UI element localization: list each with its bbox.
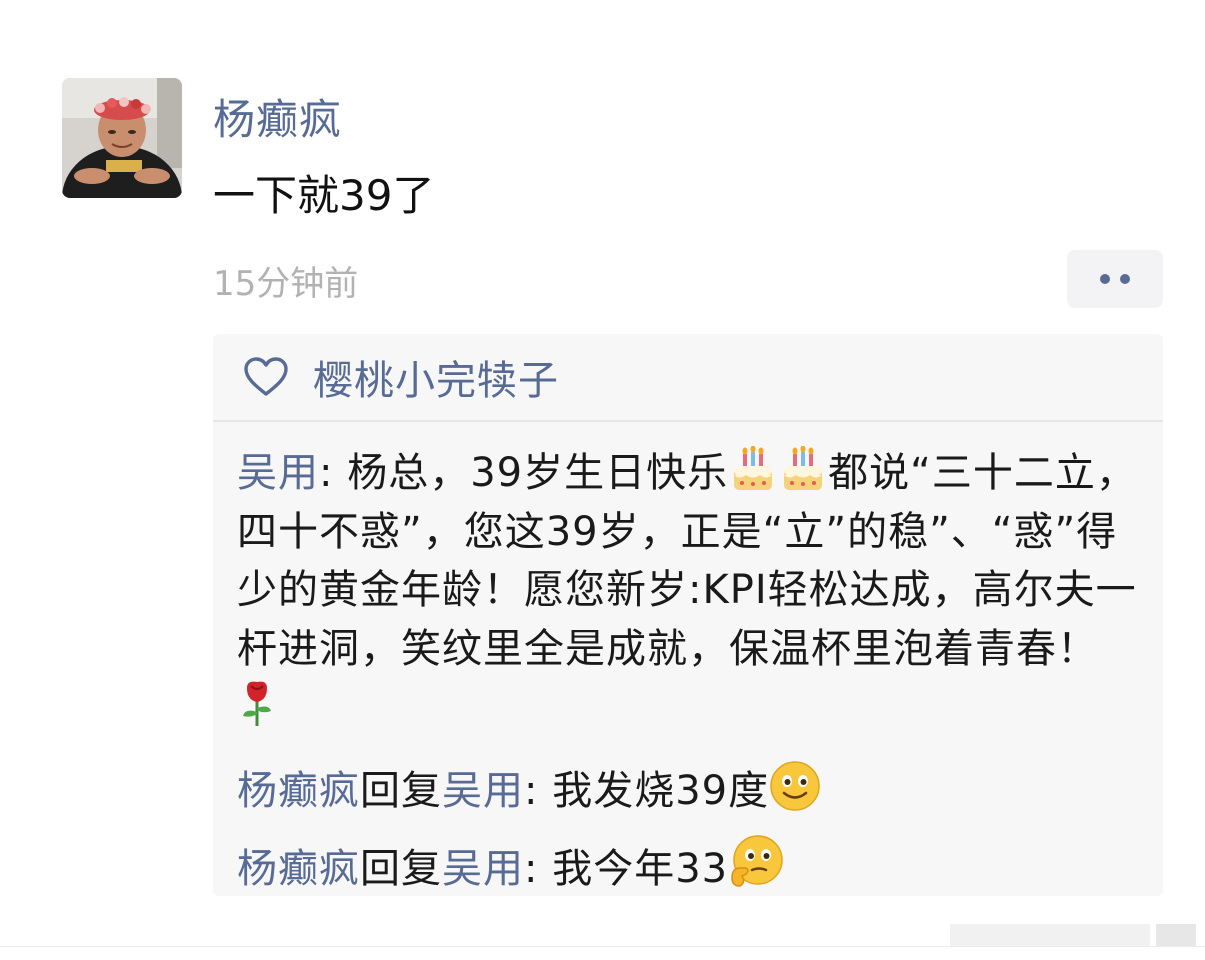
comment-separator: : — [319, 450, 348, 496]
liker-name[interactable]: 樱桃小完犊子 — [313, 348, 559, 406]
birthday-cake-emoji — [734, 446, 773, 490]
more-actions-button[interactable] — [1067, 250, 1163, 308]
post-timestamp: 15分钟前 — [213, 264, 359, 304]
reply-word: 回复 — [360, 846, 442, 892]
reply-item[interactable]: 杨癫疯回复吴用: 我今年33 — [237, 834, 786, 894]
post-text: 一下就39了 — [213, 171, 435, 220]
reply-author[interactable]: 杨癫疯 — [237, 846, 360, 892]
reply-separator: : — [524, 846, 553, 892]
reply-target[interactable]: 吴用 — [442, 768, 524, 814]
rose-emoji — [243, 681, 271, 726]
likes-comments-panel: 樱桃小完犊子 吴用: 杨总，39岁生日快乐 都说“三十二立，四十不惑”，您这39… — [213, 334, 1163, 896]
user-avatar[interactable] — [62, 78, 182, 198]
more-dot-icon — [1100, 274, 1110, 284]
birthday-cake-emoji — [784, 446, 823, 490]
reply-text: 我今年33 — [552, 846, 729, 892]
comment-item[interactable]: 吴用: 杨总，39岁生日快乐 都说“三十二立，四十不惑”，您这39岁，正是“立”… — [237, 444, 1137, 737]
more-dot-icon — [1120, 274, 1130, 284]
reply-target[interactable]: 吴用 — [442, 846, 524, 892]
reply-word: 回复 — [360, 768, 442, 814]
thinking-emoji — [731, 835, 783, 887]
reply-text: 我发烧39度 — [552, 768, 770, 814]
reply-separator: : — [524, 768, 553, 814]
avatar-image — [62, 78, 182, 198]
watermark-logo — [950, 924, 1196, 946]
reply-item[interactable]: 杨癫疯回复吴用: 我发烧39度 — [237, 758, 821, 816]
reply-author[interactable]: 杨癫疯 — [237, 768, 360, 814]
smile-emoji — [770, 761, 820, 811]
comment-author[interactable]: 吴用 — [237, 450, 319, 496]
post-author-name[interactable]: 杨癫疯 — [213, 86, 342, 147]
likes-row: 樱桃小完犊子 — [213, 334, 1163, 422]
heart-icon — [244, 357, 288, 396]
comment-text-part-1: 杨总，39岁生日快乐 — [347, 450, 729, 496]
